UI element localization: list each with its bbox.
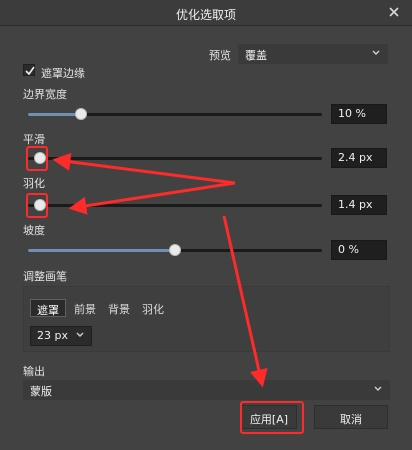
preview-value: 覆盖 [245,49,267,62]
close-icon-svg [389,7,399,17]
tab-feather[interactable]: 羽化 [136,299,170,317]
tab-foreground[interactable]: 前景 [68,299,102,317]
smooth-value[interactable]: 2.4 px [331,148,387,168]
chevron-down-icon [76,332,84,337]
preview-label: 预览 [209,49,231,62]
annotation-box-feather [26,193,48,218]
border-width-label: 边界宽度 [23,88,67,101]
smooth-slider[interactable] [28,152,322,164]
annotation-box-smooth [26,146,48,171]
preview-select[interactable]: 覆盖 [238,44,388,64]
border-width-fill [28,113,81,116]
slope-label: 坡度 [23,224,45,237]
title-bar: 优化选取项 [0,0,412,26]
slope-slider[interactable] [28,244,322,256]
output-label: 输出 [23,365,45,378]
chevron-down-icon [374,386,382,391]
chevron-down-icon [372,50,380,55]
brush-size-value: 23 px [37,329,68,342]
brush-size-select[interactable]: 23 px [30,326,92,346]
border-width-thumb[interactable] [75,108,87,120]
window-title: 优化选取项 [175,8,236,22]
border-width-slider[interactable] [28,108,322,120]
slope-thumb[interactable] [169,244,181,256]
smooth-label: 平滑 [23,133,45,146]
mask-edge-checkbox[interactable] [23,64,35,76]
mask-edge-label: 遮罩边缘 [41,67,85,80]
feather-slider[interactable] [28,199,322,211]
output-value: 蒙版 [30,385,52,398]
slope-value[interactable]: 0 % [331,240,387,260]
tab-mask[interactable]: 遮罩 [30,299,66,317]
feather-value[interactable]: 1.4 px [331,195,387,215]
border-width-value[interactable]: 10 % [331,104,387,124]
brush-label: 调整画笔 [23,270,67,283]
cancel-button[interactable]: 取消 [314,405,388,429]
annotation-box-apply [240,401,304,434]
feather-label: 羽化 [23,177,45,190]
output-select[interactable]: 蒙版 [23,380,390,400]
close-icon[interactable] [386,4,402,20]
check-icon [25,66,35,76]
tab-background[interactable]: 背景 [102,299,136,317]
slope-fill [28,249,175,252]
